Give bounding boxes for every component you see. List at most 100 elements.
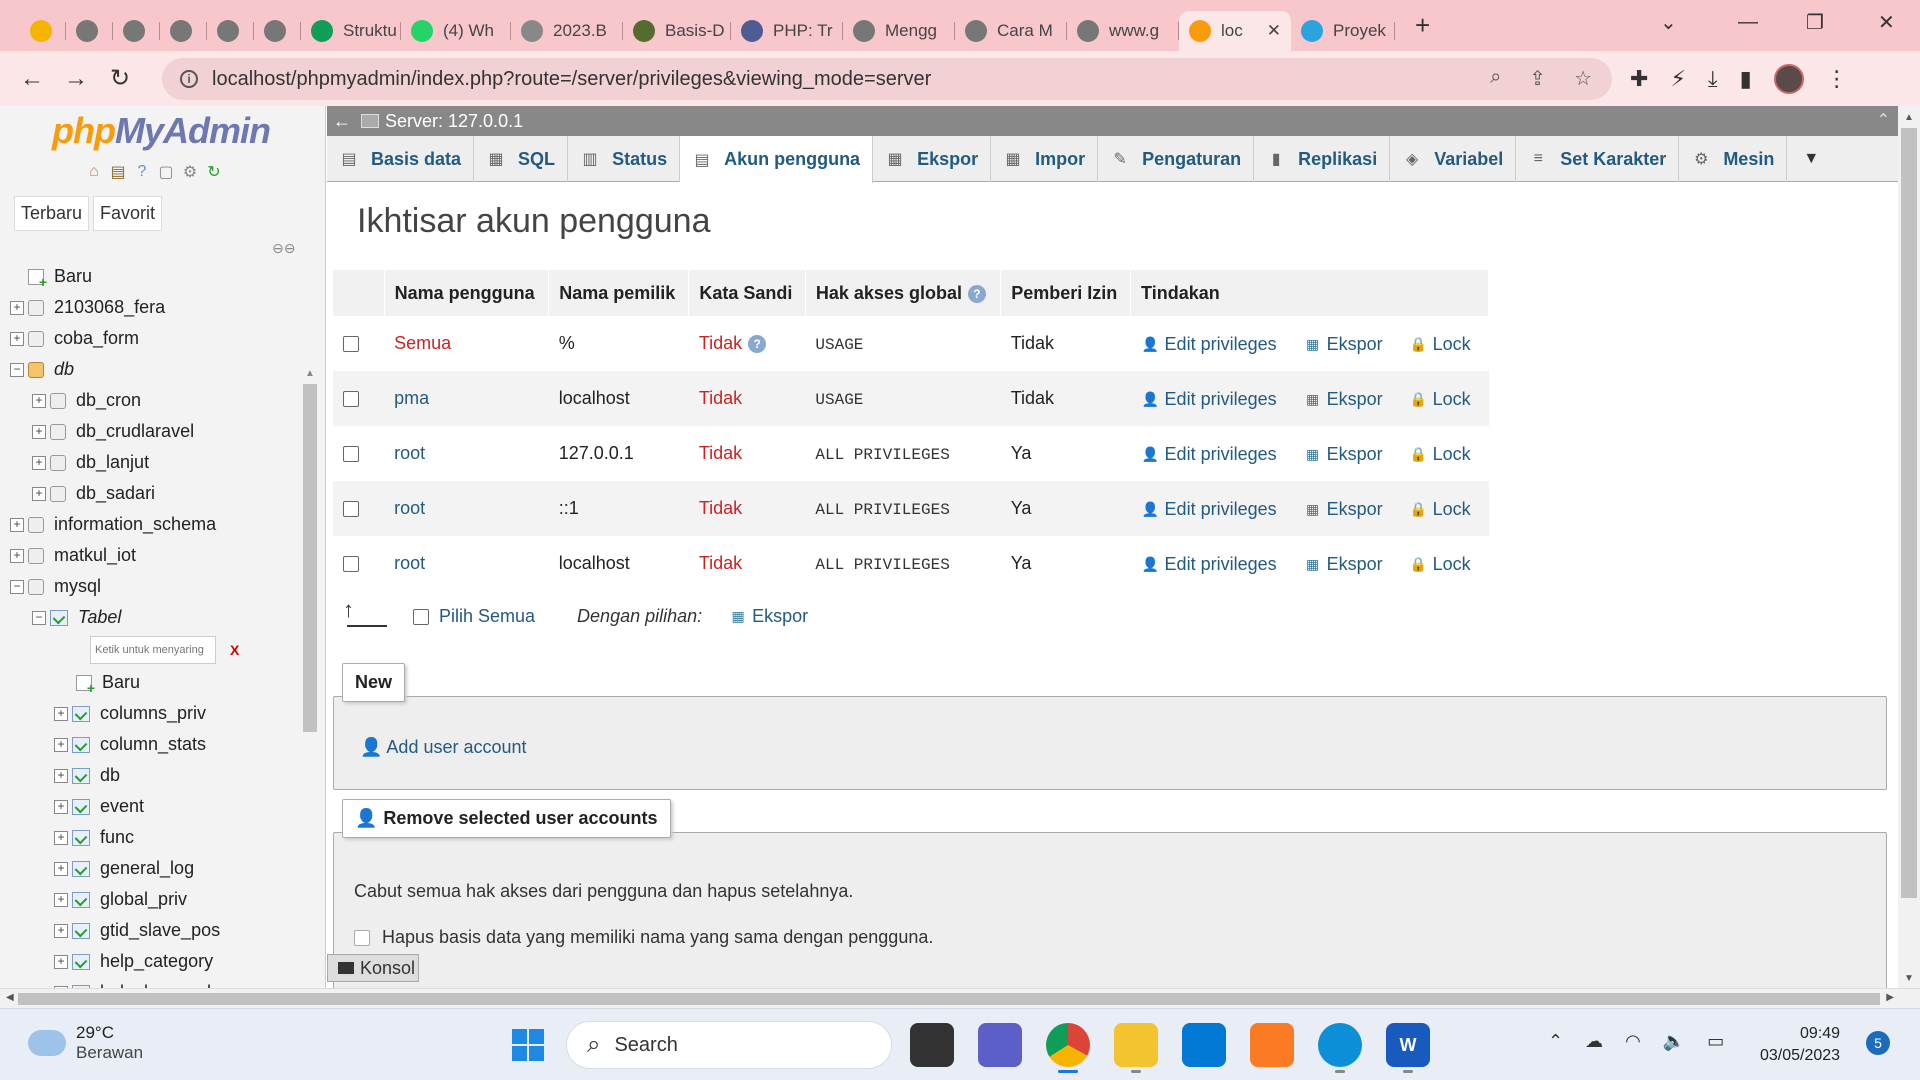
row-checkbox[interactable] (343, 446, 359, 463)
tree-node[interactable]: +2103068_fera (10, 292, 300, 323)
page-horizontal-scrollbar[interactable]: ◀ ▶ (0, 988, 1920, 1008)
expand-icon[interactable]: + (32, 455, 46, 470)
tab-charset[interactable]: ≡ Set Karakter (1516, 136, 1680, 182)
expand-icon[interactable]: + (10, 548, 24, 563)
browser-tab-3[interactable] (160, 11, 207, 51)
table-node[interactable]: + column_stats (10, 729, 300, 760)
table-node[interactable]: + help_category (10, 946, 300, 977)
task-view-app-icon[interactable] (910, 1023, 954, 1067)
expand-icon[interactable]: − (10, 579, 24, 594)
show-hidden-icons[interactable]: ⌃ (1548, 1031, 1563, 1052)
volume-icon[interactable]: 🔈 (1663, 1031, 1685, 1052)
lock-user-link[interactable]: 🔒 Lock (1409, 554, 1471, 575)
table-node[interactable]: + func (10, 822, 300, 853)
expand-icon[interactable]: + (54, 923, 68, 938)
tab-import[interactable]: ▦ Impor (991, 136, 1099, 182)
browser-tab-1[interactable] (66, 11, 113, 51)
row-checkbox[interactable] (343, 556, 359, 573)
back-button[interactable]: ← (10, 65, 54, 93)
help-icon[interactable]: ? (132, 162, 152, 182)
server-label[interactable]: Server: 127.0.0.1 (385, 111, 523, 132)
browser-tab-4[interactable] (207, 11, 254, 51)
taskbar-search[interactable]: ⌕ Search (566, 1021, 892, 1069)
tree-node[interactable]: − Tabel (10, 602, 300, 633)
tab-engine[interactable]: ⚙ Mesin (1679, 136, 1788, 182)
console-toggle[interactable]: Konsol (327, 954, 419, 982)
weather-widget[interactable]: 29°C Berawan (28, 1023, 143, 1063)
exit-icon[interactable]: ▤ (108, 162, 128, 182)
edit-privileges-link[interactable]: 👤 Edit privileges (1141, 389, 1277, 410)
export-user-link[interactable]: ▦ Ekspor (1303, 554, 1383, 575)
new-tab-button[interactable]: + (1415, 10, 1430, 41)
table-node[interactable]: + event (10, 791, 300, 822)
extension-icon[interactable]: ⚡ (1670, 66, 1685, 92)
expand-icon[interactable]: + (32, 424, 46, 439)
edit-privileges-link[interactable]: 👤 Edit privileges (1141, 334, 1277, 355)
expand-icon[interactable]: + (54, 892, 68, 907)
expand-icon[interactable]: + (10, 300, 24, 315)
restore-button[interactable]: ❐ (1806, 0, 1824, 44)
expand-icon[interactable]: − (10, 362, 24, 377)
docs-icon[interactable]: ▢ (156, 162, 176, 182)
tree-node[interactable]: Baru (10, 261, 300, 292)
side-panel-icon[interactable]: ▮ (1740, 66, 1752, 92)
more-tabs-dropdown[interactable]: ▼ (1787, 136, 1835, 182)
tree-node[interactable]: − mysql (10, 571, 300, 602)
clear-filter-button[interactable]: X (230, 642, 239, 658)
browser-tab-7[interactable]: (4) Wh (401, 11, 511, 51)
tree-node[interactable]: − db (10, 354, 300, 385)
help-icon[interactable]: ? (967, 284, 986, 303)
expand-icon[interactable]: + (54, 954, 68, 969)
expand-icon[interactable]: + (10, 517, 24, 532)
browser-tab-10[interactable]: PHP: Tr (731, 11, 843, 51)
browser-tab-0[interactable] (20, 11, 66, 51)
reload-button[interactable]: ↻ (98, 64, 142, 93)
select-all-checkbox[interactable] (413, 608, 429, 625)
browser-tab-8[interactable]: 2023.B (511, 11, 623, 51)
edit-privileges-link[interactable]: 👤 Edit privileges (1141, 499, 1277, 520)
reload-nav-icon[interactable]: ↻ (204, 162, 224, 182)
vscode-app-icon[interactable] (1182, 1023, 1226, 1067)
tab-database[interactable]: ▤ Basis data (327, 136, 475, 182)
expand-icon[interactable]: + (54, 799, 68, 814)
extensions-puzzle-icon[interactable]: ✚ (1630, 66, 1648, 92)
nav-settings-icon[interactable]: ⚙ (180, 162, 200, 182)
table-filter-input[interactable] (90, 636, 216, 664)
edit-privileges-link[interactable]: 👤 Edit privileges (1141, 554, 1277, 575)
start-button[interactable] (512, 1029, 544, 1061)
tree-node[interactable]: + db_crudlaravel (10, 416, 300, 447)
lock-user-link[interactable]: 🔒 Lock (1409, 334, 1471, 355)
chrome-app-icon[interactable] (1046, 1023, 1090, 1073)
battery-icon[interactable]: ▭ (1707, 1031, 1724, 1052)
nav-scrollbar[interactable]: ▲ (300, 364, 320, 990)
browser-tab-12[interactable]: Cara M (955, 11, 1067, 51)
export-user-link[interactable]: ▦ Ekspor (1303, 334, 1383, 355)
browser-tab-13[interactable]: www.g (1067, 11, 1179, 51)
add-user-account-link[interactable]: 👤 Add user account (360, 737, 527, 758)
export-user-link[interactable]: ▦ Ekspor (1303, 499, 1383, 520)
site-info-icon[interactable]: i (180, 70, 198, 88)
table-node[interactable]: Baru (10, 667, 300, 698)
browser-tab-14[interactable]: loc ✕ (1179, 10, 1291, 51)
profile-avatar[interactable] (1773, 63, 1804, 94)
tab-search-icon[interactable]: ⌄ (1660, 0, 1677, 44)
clock[interactable]: 09:49 03/05/2023 (1760, 1023, 1840, 1067)
toggle-topmenu-icon[interactable]: ⌃ (1877, 110, 1890, 130)
chat-app-icon[interactable] (978, 1023, 1022, 1067)
collapse-nav-icon[interactable]: ← (327, 111, 357, 132)
browser-tab-9[interactable]: Basis-D (623, 11, 731, 51)
tab-sql[interactable]: ▦ SQL (474, 136, 569, 182)
edit-privileges-link[interactable]: 👤 Edit privileges (1141, 444, 1277, 465)
tab-export[interactable]: ▦ Ekspor (873, 136, 992, 182)
wifi-icon[interactable]: ◠ (1625, 1031, 1641, 1052)
row-checkbox[interactable] (343, 501, 359, 518)
expand-icon[interactable]: + (32, 393, 46, 408)
browser-tab-5[interactable] (254, 11, 301, 51)
link-with-main-icon[interactable]: ⊖⊖ (272, 240, 295, 257)
close-window-button[interactable]: ✕ (1878, 0, 1895, 44)
drop-databases-checkbox[interactable] (354, 929, 370, 946)
expand-icon[interactable]: + (54, 830, 68, 845)
expand-icon[interactable]: + (54, 861, 68, 876)
tab-settings[interactable]: ✎ Pengaturan (1098, 136, 1255, 182)
page-vertical-scrollbar[interactable]: ▲ ▼ (1898, 106, 1920, 990)
